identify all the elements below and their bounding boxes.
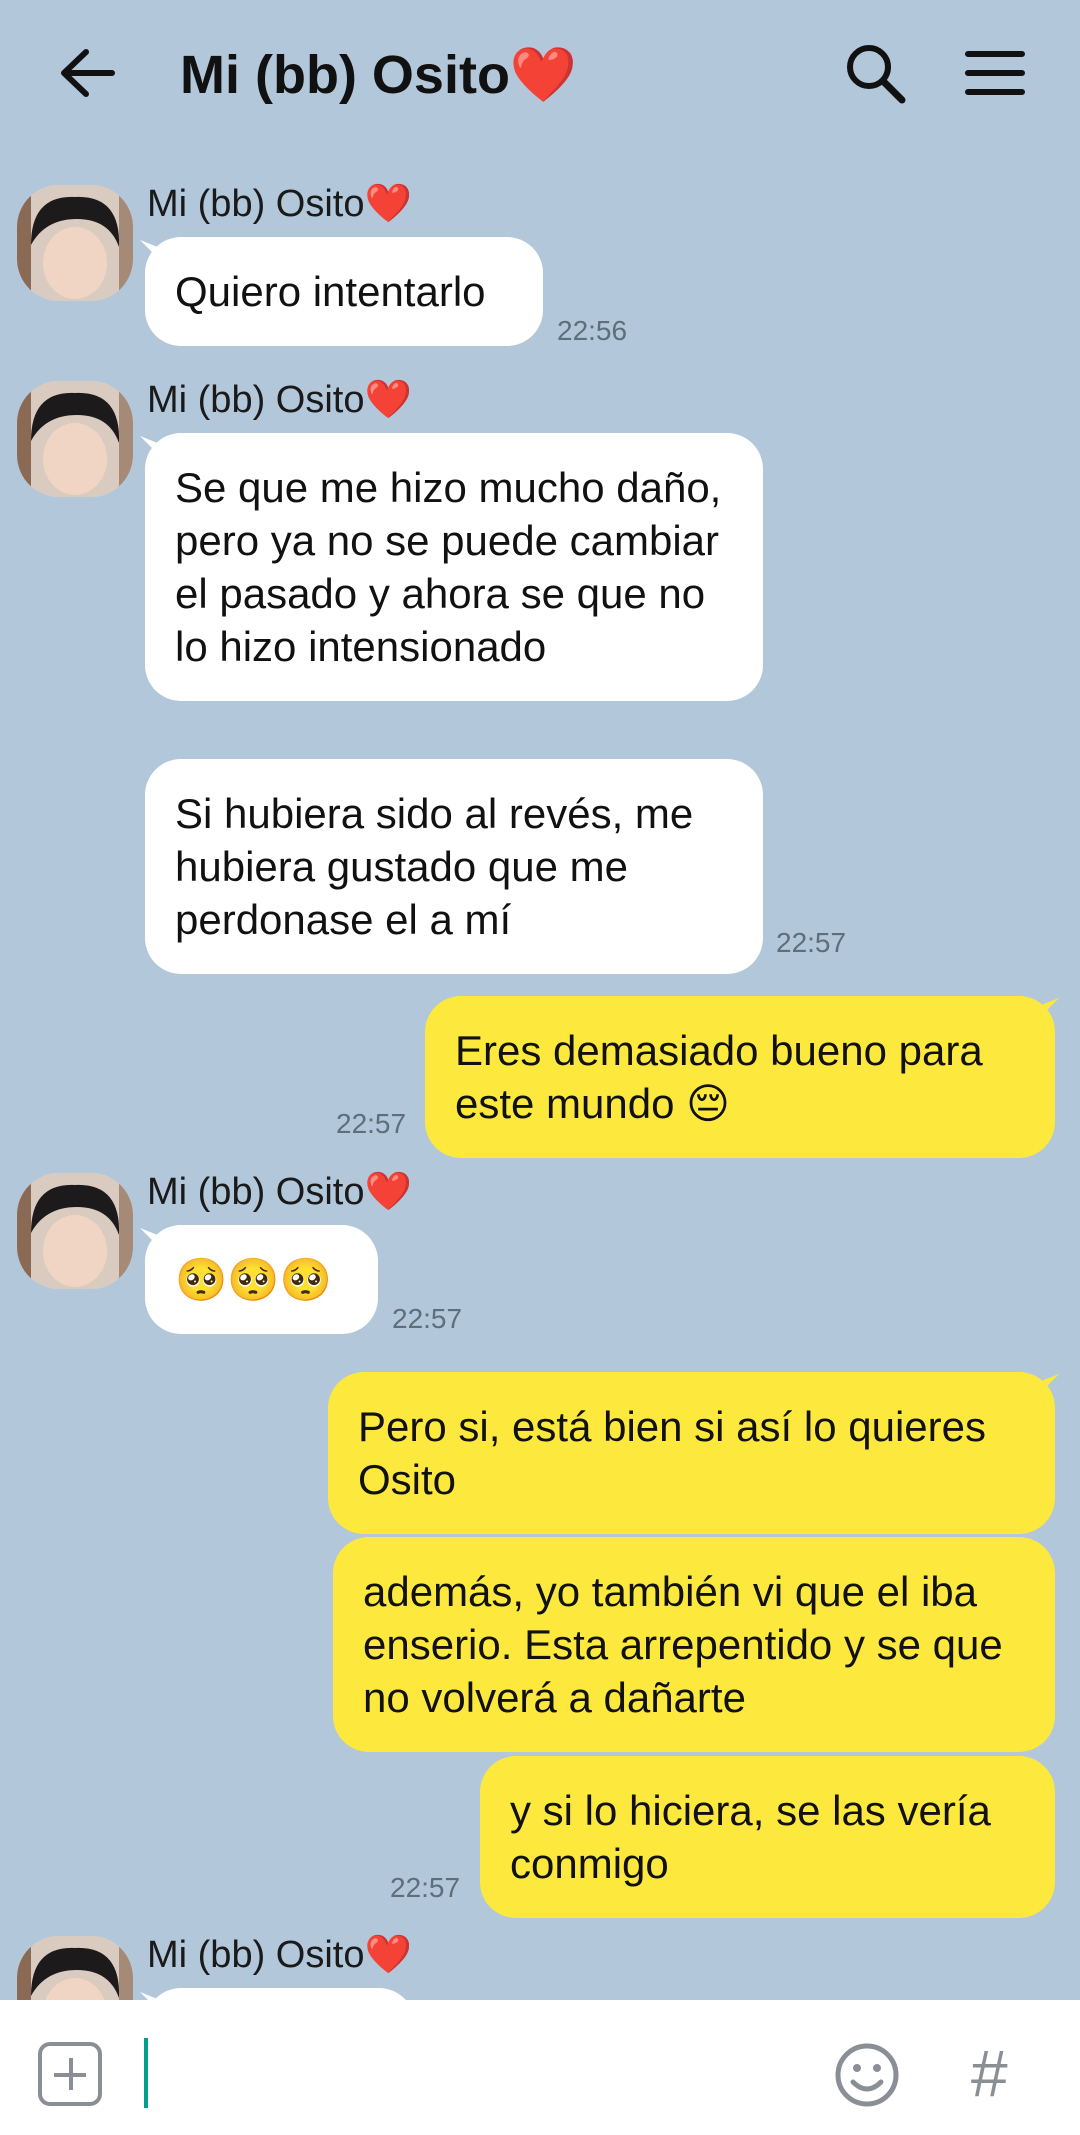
text-caret — [144, 2038, 148, 2108]
message-bubble-incoming[interactable] — [145, 1988, 415, 2000]
sender-name: Mi (bb) Osito❤️ — [147, 1171, 412, 1213]
arrow-left-icon[interactable] — [52, 38, 122, 108]
sender-name: Mi (bb) Osito❤️ — [147, 183, 412, 225]
message-bubble-incoming[interactable]: 🥺🥺🥺 — [145, 1225, 378, 1334]
message-list[interactable]: Mi (bb) Osito❤️ Quiero intentarlo 22:56 … — [0, 150, 1080, 2000]
hashtag-button[interactable]: # — [970, 2028, 1007, 2118]
avatar-image — [17, 381, 133, 497]
message-bubble-outgoing[interactable]: y si lo hiciera, se las vería conmigo — [480, 1756, 1055, 1918]
message-bubble-outgoing[interactable]: además, yo también vi que el iba enserio… — [333, 1537, 1055, 1752]
message-time: 22:57 — [392, 1303, 463, 1334]
message-input[interactable] — [140, 2036, 780, 2108]
message-bubble-incoming[interactable]: Quiero intentarlo — [145, 237, 543, 346]
avatar[interactable] — [17, 1936, 133, 2000]
avatar[interactable] — [17, 185, 133, 301]
message-time: 22:57 — [776, 927, 847, 958]
message-bubble-incoming[interactable]: Se que me hizo mucho daño, pero ya no se… — [145, 433, 763, 701]
menu-icon[interactable] — [960, 38, 1030, 108]
avatar[interactable] — [17, 1173, 133, 1289]
message-bubble-incoming[interactable]: Si hubiera sido al revés, me hubiera gus… — [145, 759, 763, 974]
avatar-image — [17, 1173, 133, 1289]
message-time: 22:57 — [336, 1108, 407, 1139]
avatar[interactable] — [17, 381, 133, 497]
plus-square-icon[interactable] — [38, 2042, 102, 2106]
message-bubble-outgoing[interactable]: Pero si, está bien si así lo quieres Osi… — [328, 1372, 1055, 1534]
message-input-bar: # — [0, 2000, 1080, 2135]
search-icon[interactable] — [840, 38, 910, 108]
avatar-image — [17, 1936, 133, 2000]
chat-header: Mi (bb) Osito❤️ — [0, 0, 1080, 150]
message-bubble-outgoing[interactable]: Eres demasiado bueno para este mundo 😔 — [425, 996, 1055, 1158]
sender-name: Mi (bb) Osito❤️ — [147, 379, 412, 421]
avatar-image — [17, 185, 133, 301]
emoji-icon[interactable] — [832, 2040, 902, 2110]
sender-name: Mi (bb) Osito❤️ — [147, 1934, 412, 1976]
message-time: 22:57 — [390, 1872, 461, 1903]
message-time: 22:56 — [557, 315, 628, 346]
chat-title: Mi (bb) Osito❤️ — [180, 45, 578, 105]
